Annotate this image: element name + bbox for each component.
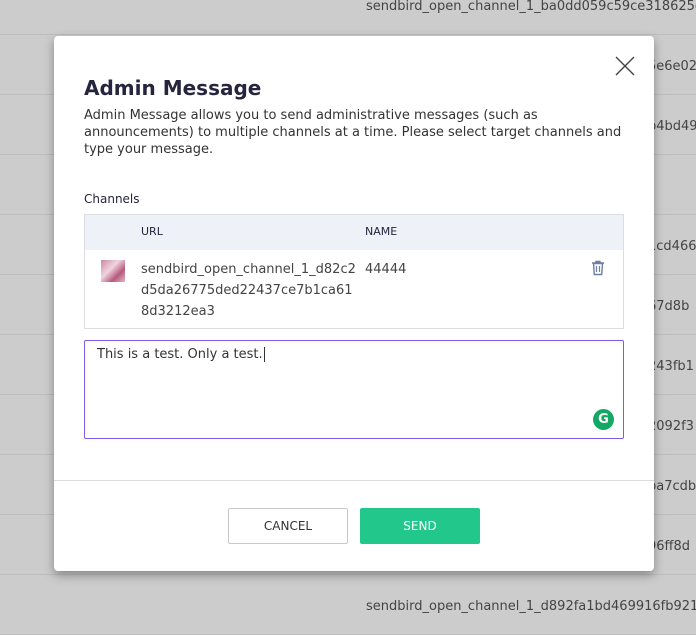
cancel-button[interactable]: CANCEL — [228, 508, 348, 544]
trash-icon[interactable] — [591, 260, 605, 276]
background-row-text: 67d8b — [648, 299, 690, 314]
channel-url: sendbird_open_channel_1_d82c2d5da26775de… — [141, 262, 356, 319]
message-textarea[interactable]: This is a test. Only a test. G — [84, 340, 624, 439]
background-row-text: sendbird_open_channel_1_d892fa1bd469916f… — [366, 599, 696, 614]
background-row-text: 96ff8d — [648, 539, 691, 554]
background-row-text: 1cd466 — [648, 239, 696, 254]
background-row-text: ba7cdb — [648, 479, 696, 494]
message-text: This is a test. Only a test. — [97, 347, 263, 362]
channel-name: 44444 — [365, 262, 407, 277]
column-name: NAME — [365, 225, 398, 238]
table-header: URL NAME — [85, 215, 623, 250]
background-row-text: b4bd49 — [648, 119, 696, 134]
modal-title: Admin Message — [84, 76, 262, 100]
table-row: sendbird_open_channel_1_d82c2d5da26775de… — [85, 250, 623, 328]
column-url: URL — [141, 225, 163, 238]
background-row-text: 2092f3 — [648, 419, 694, 434]
grammarly-icon[interactable]: G — [593, 409, 614, 430]
footer-divider — [54, 480, 654, 481]
background-row-text: 5e6e02 — [648, 59, 696, 74]
channels-table: URL NAME sendbird_open_channel_1_d82c2d5… — [84, 214, 624, 329]
channels-label: Channels — [84, 192, 140, 206]
admin-message-modal: Admin Message Admin Message allows you t… — [54, 36, 654, 571]
background-row-text: 243fb1 — [648, 359, 694, 374]
modal-description: Admin Message allows you to send adminis… — [84, 108, 622, 157]
channel-thumbnail — [101, 260, 125, 282]
background-row-text: sendbird_open_channel_1_ba0dd059c59ce318… — [366, 0, 696, 14]
send-button[interactable]: SEND — [360, 508, 480, 544]
close-icon[interactable] — [615, 56, 635, 76]
